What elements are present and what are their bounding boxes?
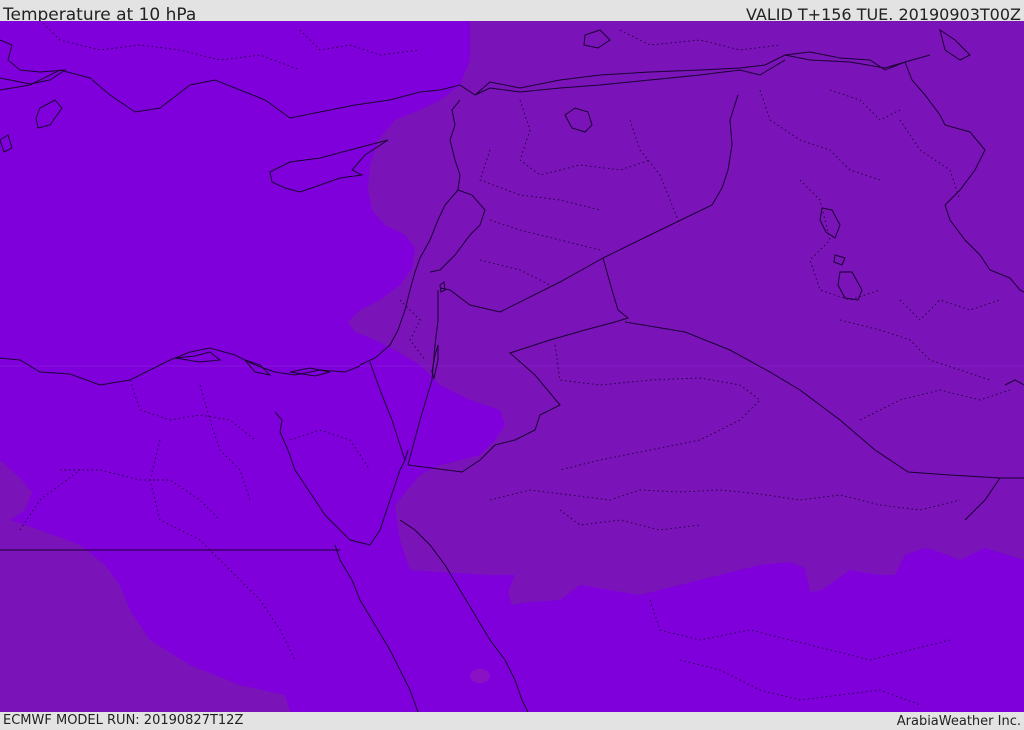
model-run-label: ECMWF MODEL RUN: 20190827T12Z [3,713,244,728]
map-canvas[interactable] [0,21,1024,712]
credit-label: ArabiaWeather Inc. [896,714,1021,729]
temperature-field-warm-east [348,21,1024,605]
footer-bar: ECMWF MODEL RUN: 20190827T12Z ArabiaWeat… [0,712,1024,729]
header-bar: Temperature at 10 hPa VALID T+156 TUE. 2… [0,0,1024,25]
